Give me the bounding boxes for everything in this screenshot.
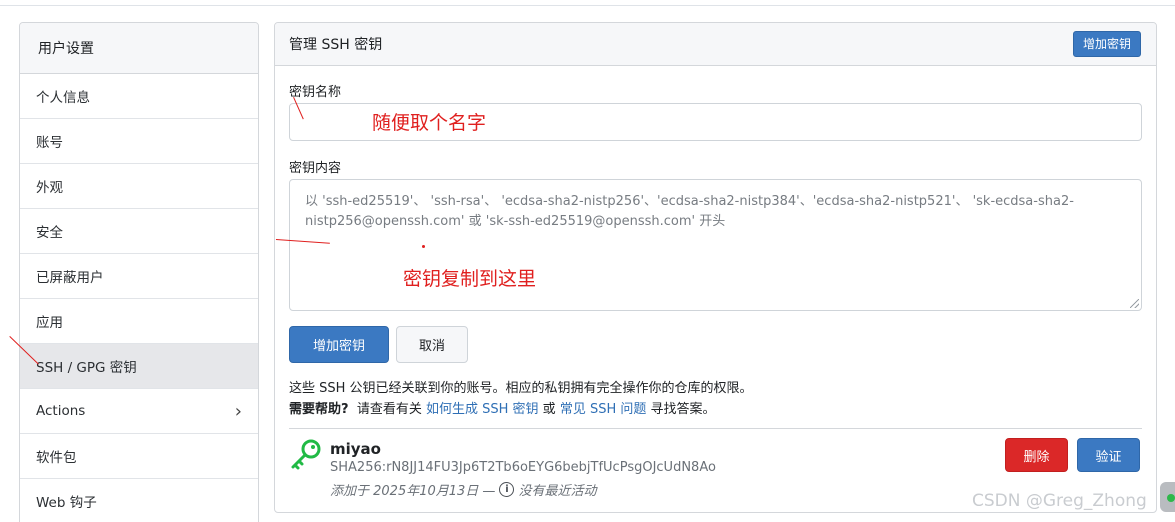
- settings-sidebar: 用户设置 个人信息 账号 外观 安全 已屏蔽用户 应用 SSH / GPG 密钥…: [19, 22, 259, 522]
- sidebar-item-label: 安全: [36, 225, 63, 241]
- key-name: miyao: [330, 440, 381, 458]
- add-key-header-button[interactable]: 增加密钥: [1072, 31, 1141, 57]
- sidebar-item-label: 个人信息: [36, 90, 90, 106]
- status-dot-icon: [1167, 494, 1175, 502]
- sidebar-item-webhooks[interactable]: Web 钩子: [20, 479, 258, 522]
- sidebar-item-blocked-users[interactable]: 已屏蔽用户: [20, 254, 258, 299]
- sidebar-item-label: Actions: [36, 403, 86, 419]
- sidebar-item-profile[interactable]: 个人信息: [20, 74, 258, 119]
- sidebar-item-appearance[interactable]: 外观: [20, 164, 258, 209]
- key-content-label: 密钥内容: [289, 161, 342, 176]
- sidebar-header: 用户设置: [20, 23, 258, 74]
- panel-header: 管理 SSH 密钥 增加密钥: [275, 23, 1156, 66]
- help-prefix: 请查看有关: [356, 402, 422, 417]
- annotation-dot: [422, 245, 425, 248]
- delete-key-button[interactable]: 删除: [1005, 438, 1068, 472]
- sidebar-item-applications[interactable]: 应用: [20, 299, 258, 344]
- annotation-name-hint: 随便取个名字: [372, 112, 487, 134]
- annotation-content-hint: 密钥复制到这里: [403, 268, 537, 290]
- key-content-placeholder: 以 'ssh-ed25519'、 'ssh-rsa'、 'ecdsa-sha2-…: [305, 194, 1074, 229]
- info-line: 这些 SSH 公钥已经关联到你的账号。相应的私钥拥有完全操作你的仓库的权限。: [289, 381, 753, 396]
- key-fingerprint: SHA256:rN8JJ14FU3Jp6T2Tb6oEYG6bebjTfUcPs…: [330, 460, 716, 475]
- top-divider: [0, 5, 1175, 6]
- verify-key-button[interactable]: 验证: [1077, 438, 1140, 472]
- sidebar-item-packages[interactable]: 软件包: [20, 434, 258, 479]
- sidebar-item-security[interactable]: 安全: [20, 209, 258, 254]
- sidebar-item-label: 软件包: [36, 450, 77, 466]
- key-content-textarea[interactable]: 以 'ssh-ed25519'、 'ssh-rsa'、 'ecdsa-sha2-…: [289, 179, 1142, 311]
- key-name-label: 密钥名称: [289, 85, 342, 100]
- help-suffix: 寻找答案。: [650, 402, 716, 417]
- sidebar-item-label: 外观: [36, 180, 63, 196]
- sidebar-item-label: 已屏蔽用户: [36, 270, 104, 286]
- panel-title: 管理 SSH 密钥: [289, 37, 383, 53]
- sidebar-item-label: Web 钩子: [36, 495, 97, 511]
- cancel-button[interactable]: 取消: [396, 326, 468, 363]
- key-icon: [291, 439, 321, 470]
- add-key-submit-button[interactable]: 增加密钥: [289, 326, 389, 363]
- sidebar-item-label: SSH / GPG 密钥: [36, 360, 137, 376]
- resize-handle-icon[interactable]: [1130, 299, 1139, 308]
- generate-ssh-key-link[interactable]: 如何生成 SSH 密钥: [426, 402, 539, 417]
- help-line: 需要帮助? 请查看有关 如何生成 SSH 密钥 或 常见 SSH 问题 寻找答案…: [289, 399, 753, 420]
- sidebar-item-actions[interactable]: Actions ›: [20, 389, 258, 434]
- key-added-date: 添加于 2025年10月13日 —: [330, 484, 496, 499]
- help-bold: 需要帮助?: [289, 402, 349, 417]
- sidebar-item-account[interactable]: 账号: [20, 119, 258, 164]
- common-ssh-problems-link[interactable]: 常见 SSH 问题: [560, 402, 647, 417]
- help-or: 或: [542, 402, 556, 417]
- sidebar-item-ssh-gpg-keys[interactable]: SSH / GPG 密钥: [20, 344, 258, 389]
- sidebar-item-label: 应用: [36, 315, 63, 331]
- info-text: 这些 SSH 公钥已经关联到你的账号。相应的私钥拥有完全操作你的仓库的权限。 需…: [289, 378, 753, 420]
- key-meta: 添加于 2025年10月13日 — i 没有最近活动: [330, 480, 596, 499]
- sidebar-item-label: 账号: [36, 135, 63, 151]
- watermark: CSDN @Greg_Zhong: [972, 491, 1147, 511]
- chevron-right-icon: ›: [234, 400, 242, 422]
- key-activity: 没有最近活动: [518, 484, 597, 499]
- divider: [289, 428, 1142, 429]
- info-circle-icon: i: [499, 482, 515, 497]
